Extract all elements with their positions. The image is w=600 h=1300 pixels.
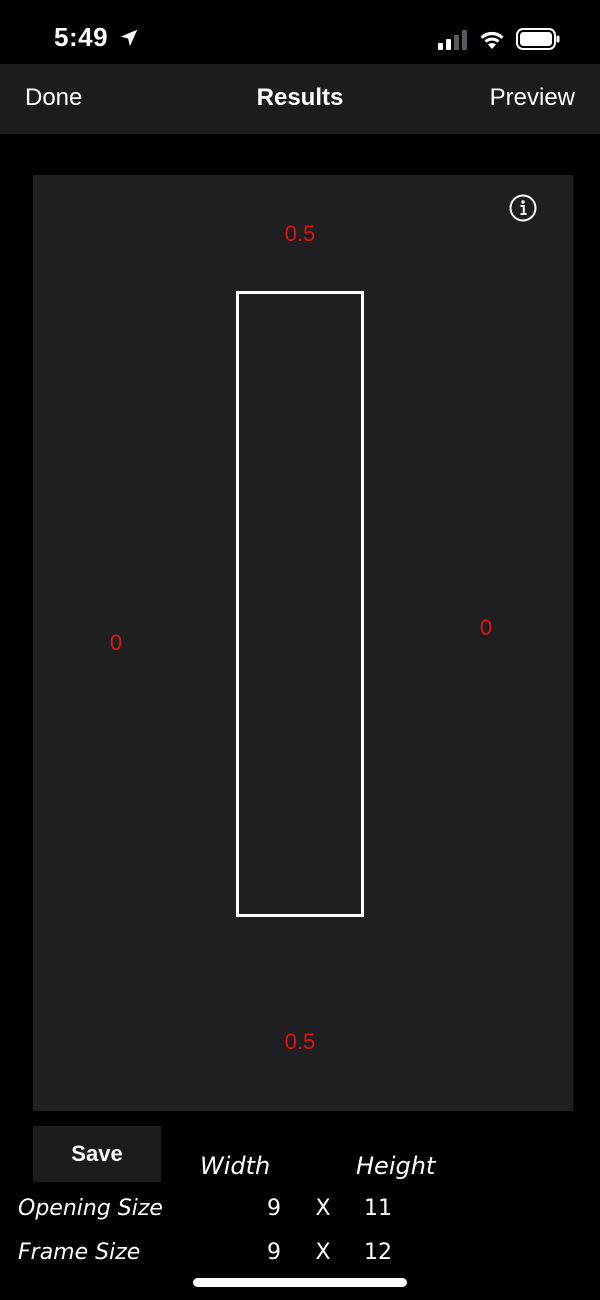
frame-width-value: 9 [267, 1240, 281, 1265]
opening-rectangle [236, 291, 364, 917]
height-column-header: Height [356, 1152, 436, 1180]
preview-button[interactable]: Preview [490, 84, 575, 112]
opening-x-separator: X [315, 1196, 331, 1221]
location-arrow-icon [120, 29, 138, 47]
frame-size-label: Frame Size [18, 1240, 141, 1265]
save-button[interactable]: Save [33, 1126, 161, 1182]
top-margin-value: 0.5 [284, 221, 316, 246]
frame-height-value: 12 [364, 1240, 392, 1265]
right-margin-value: 0 [479, 615, 493, 640]
frame-diagram-panel: 0.5 0 0 0.5 [33, 175, 573, 1111]
wifi-icon [480, 31, 504, 49]
opening-size-label: Opening Size [18, 1196, 163, 1221]
cellular-signal-icon [438, 30, 467, 50]
left-margin-value: 0 [109, 630, 123, 655]
bottom-margin-value: 0.5 [284, 1029, 316, 1054]
results-screen: 5:49 Done Results Preview 0.5 0 0 0.5 Sa… [0, 0, 600, 1300]
home-indicator[interactable] [193, 1278, 407, 1287]
navigation-bar: Done Results Preview [0, 64, 600, 134]
info-icon[interactable] [508, 193, 538, 223]
width-column-header: Width [200, 1152, 271, 1180]
status-time: 5:49 [54, 22, 109, 52]
frame-x-separator: X [315, 1240, 331, 1265]
battery-icon [516, 28, 560, 50]
opening-width-value: 9 [267, 1196, 281, 1221]
status-bar: 5:49 [0, 0, 600, 64]
opening-height-value: 11 [364, 1196, 392, 1221]
